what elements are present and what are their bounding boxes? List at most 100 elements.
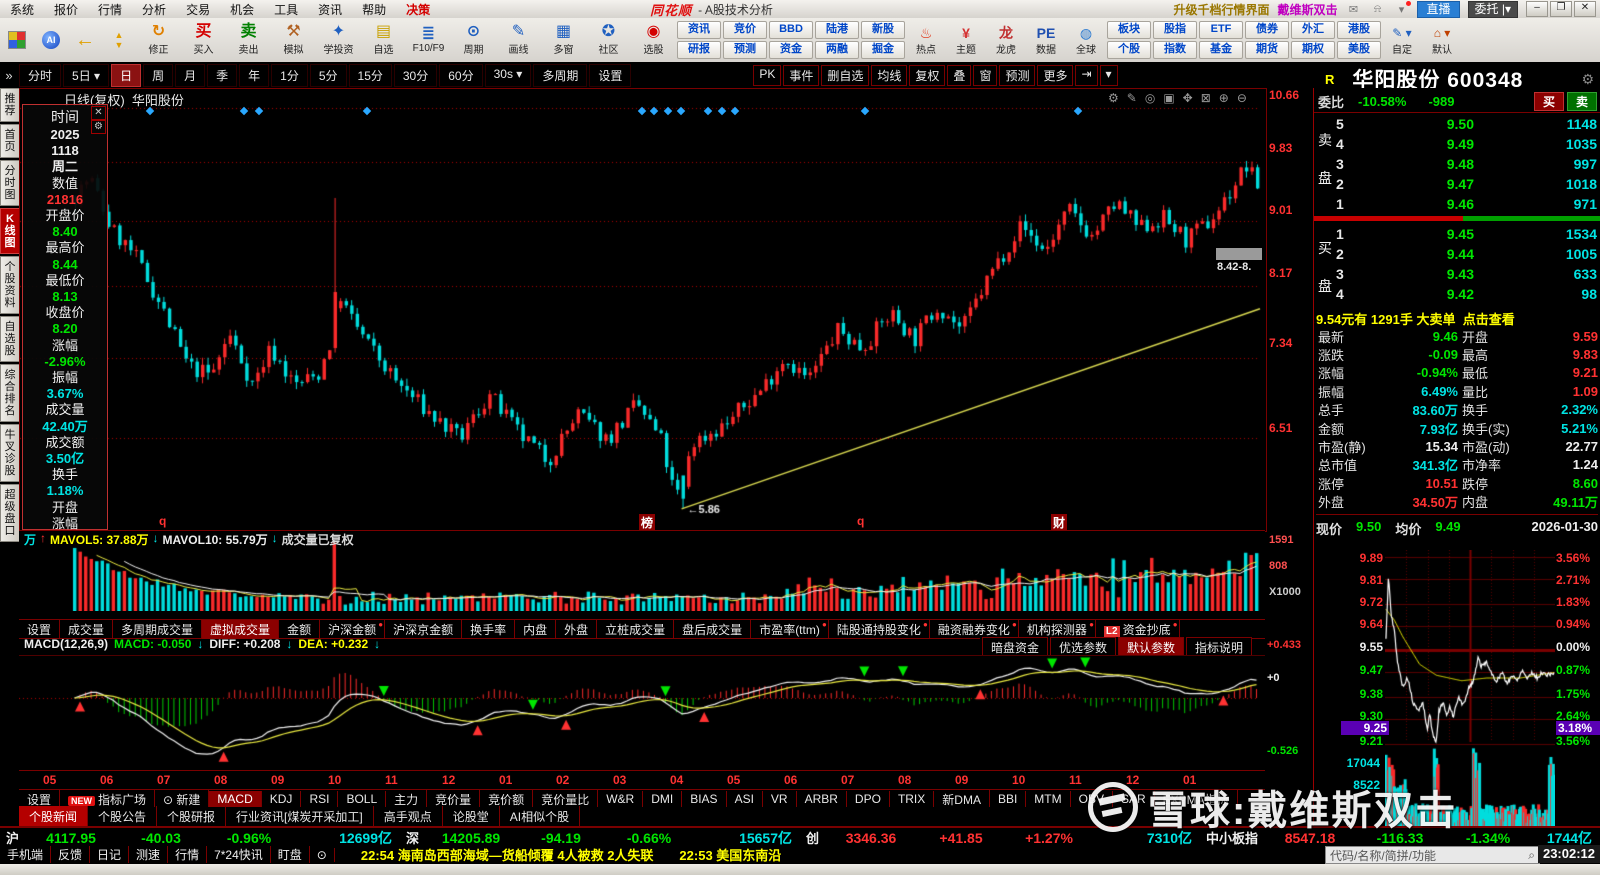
indicator-tab-ASI[interactable]: ASI: [727, 791, 763, 807]
toolbar-数据[interactable]: PE 数据: [1026, 18, 1066, 62]
button-期货[interactable]: 期货: [1245, 41, 1289, 59]
news-tab-行业资讯[煤炭开采加工][interactable]: 行业资讯[煤炭开采加工]: [226, 806, 374, 827]
indicator-tab-BOLL[interactable]: BOLL: [338, 791, 387, 807]
stock-settings-icon[interactable]: ⚙: [1581, 71, 1600, 88]
bottombar-反馈[interactable]: 反馈: [51, 846, 91, 863]
chart-action-叠[interactable]: 叠: [947, 64, 972, 86]
indicator-tab-OBV[interactable]: OBV: [1071, 791, 1113, 807]
toolbar-画线[interactable]: ✎ 画线: [496, 18, 541, 62]
news-tab-高手观点[interactable]: 高手观点: [374, 806, 443, 827]
toolbar-F10/F9[interactable]: ≣ F10/F9: [406, 18, 451, 62]
lock-icon[interactable]: ⊠: [1201, 91, 1211, 105]
vol-tab-金额[interactable]: 金额: [279, 619, 321, 639]
search-icon[interactable]: ⌕: [1528, 848, 1535, 863]
camera-icon[interactable]: ▣: [1163, 91, 1174, 105]
vol-tab-设置[interactable]: 设置: [19, 619, 61, 639]
bottombar-手机端[interactable]: 手机端: [0, 846, 52, 863]
sidebar-item-K线图[interactable]: K线图: [0, 208, 20, 254]
menu-8[interactable]: 帮助: [352, 1, 396, 18]
vol-tab-市盈率(ttm)[interactable]: 市盈率(ttm) ●: [751, 619, 829, 639]
indicator-tab-BIAS[interactable]: BIAS: [682, 791, 727, 807]
button-BBD[interactable]: BBD: [769, 21, 813, 39]
toolbar-社区[interactable]: ✪ 社区: [586, 18, 631, 62]
chart-action-复权[interactable]: 复权: [909, 64, 946, 86]
button-指数[interactable]: 指数: [1153, 41, 1197, 59]
collapse-icon[interactable]: »: [0, 68, 18, 83]
vol-tab-换手率[interactable]: 换手率: [462, 619, 516, 639]
bid-row[interactable]: 3 9.43 633: [1336, 264, 1600, 284]
chart-action-预测[interactable]: 预测: [999, 64, 1036, 86]
ask-row[interactable]: 4 9.49 1035: [1336, 134, 1600, 154]
period-15分[interactable]: 15分: [348, 63, 392, 87]
close-button[interactable]: ✕: [1574, 1, 1596, 17]
sidebar-item-推荐[interactable]: 推荐: [0, 88, 20, 122]
news-tab-个股公告[interactable]: 个股公告: [88, 806, 158, 827]
toolbar-主题[interactable]: ¥ 主题: [946, 18, 986, 62]
alarm-icon[interactable]: ⊙: [310, 847, 335, 862]
button-基金[interactable]: 基金: [1199, 41, 1243, 59]
period-5日 ▾[interactable]: 5日 ▾: [63, 63, 110, 87]
button-美股[interactable]: 美股: [1337, 41, 1381, 59]
menu-7[interactable]: 资讯: [308, 1, 352, 18]
menu-5[interactable]: 机会: [220, 1, 264, 18]
toolbar-热点[interactable]: ♨ 热点: [906, 18, 946, 62]
ask-row[interactable]: 2 9.47 1018: [1336, 174, 1600, 194]
bottombar-盯盘[interactable]: 盯盘: [271, 846, 310, 863]
period-日[interactable]: 日: [111, 63, 142, 87]
menu-3[interactable]: 分析: [132, 1, 176, 18]
button-股指[interactable]: 股指: [1153, 21, 1197, 39]
upgrade-link[interactable]: 升级千档行情界面: [1173, 1, 1269, 18]
intraday-chart[interactable]: [1385, 550, 1555, 826]
button-研报[interactable]: 研报: [677, 41, 721, 59]
indicator-tab-KDJ[interactable]: KDJ: [262, 791, 302, 807]
back-icon[interactable]: ←: [68, 18, 102, 62]
mail-icon[interactable]: ✉: [1345, 3, 1361, 16]
vol-tab-外盘[interactable]: 外盘: [556, 619, 598, 639]
toolbar-买入[interactable]: 买买入: [181, 18, 226, 62]
eye-icon[interactable]: ◎: [1145, 91, 1155, 105]
ai-assistant-icon[interactable]: AI: [34, 18, 68, 62]
indicator-tab-ARBR[interactable]: ARBR: [797, 791, 847, 807]
button-港股[interactable]: 港股: [1337, 21, 1381, 39]
workspace-icon[interactable]: [0, 18, 34, 62]
vol-tab-多周期成交量[interactable]: 多周期成交量: [113, 619, 203, 639]
sidebar-item-个股资料[interactable]: 个股资料: [0, 256, 20, 314]
entrust-button[interactable]: 委托 |▾: [1467, 0, 1518, 18]
period-年[interactable]: 年: [239, 63, 270, 87]
chart-action-▾[interactable]: ▾: [1099, 64, 1118, 86]
vol-tab-成交量[interactable]: 成交量: [60, 619, 114, 639]
ask-row[interactable]: 3 9.48 997: [1336, 154, 1600, 174]
button-掘金[interactable]: 掘金: [861, 41, 905, 59]
menu-6[interactable]: 工具: [264, 1, 308, 18]
pencil-icon[interactable]: ✎: [1127, 91, 1137, 105]
menu-1[interactable]: 报价: [44, 1, 88, 18]
vol-tab-融资融券变化[interactable]: 融资融券变化 ●: [930, 619, 1019, 639]
toolbar-卖出[interactable]: 卖卖出: [226, 18, 271, 62]
button-债券[interactable]: 债券: [1245, 21, 1289, 39]
button-期权[interactable]: 期权: [1291, 41, 1335, 59]
button-ETF[interactable]: ETF: [1199, 21, 1243, 39]
chart-action-窗[interactable]: 窗: [973, 64, 998, 86]
button-陆港[interactable]: 陆港: [815, 21, 859, 39]
indicator-tab-W&R[interactable]: W&R: [598, 791, 644, 807]
bottombar-测速[interactable]: 测速: [129, 846, 169, 863]
period-60分[interactable]: 60分: [439, 63, 483, 87]
bell-icon[interactable]: ⍾: [1369, 3, 1385, 16]
period-1分[interactable]: 1分: [271, 63, 308, 87]
vol-tab-盘后成交量[interactable]: 盘后成交量: [674, 619, 752, 639]
toolbar-修正[interactable]: ↻ 修正: [136, 18, 181, 62]
button-竞价[interactable]: 竞价: [723, 21, 767, 39]
indicator-tab-MACD[interactable]: MACD: [209, 791, 262, 807]
chart-action-PK[interactable]: PK: [753, 64, 782, 86]
news-tab-论股堂[interactable]: 论股堂: [443, 806, 500, 827]
sidebar-item-超级盘口[interactable]: 超级盘口: [0, 484, 20, 542]
vol-tab-沪深金额[interactable]: 沪深金额 ●: [320, 619, 386, 639]
toolbar-学投资[interactable]: ✦ 学投资: [316, 18, 361, 62]
zoom-out-icon[interactable]: ⊖: [1237, 91, 1247, 105]
vol-tab-虚拟成交量[interactable]: 虚拟成交量: [202, 619, 280, 639]
toolbar-自选[interactable]: ▤ 自选: [361, 18, 406, 62]
davis-link[interactable]: 戴维斯双击: [1277, 1, 1337, 18]
chart-action-删自选[interactable]: 删自选: [821, 64, 870, 86]
indicator-tab-DMI[interactable]: DMI: [643, 791, 683, 807]
sidebar-item-综合排名[interactable]: 综合排名: [0, 364, 20, 422]
